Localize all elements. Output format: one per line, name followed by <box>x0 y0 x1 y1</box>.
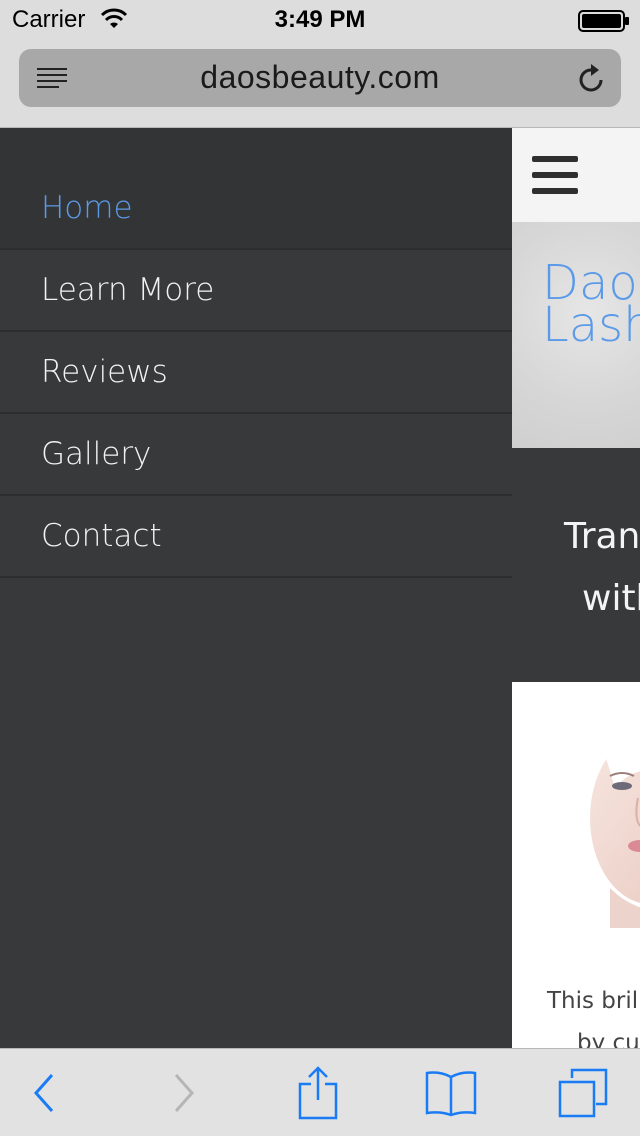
menu-top-spacer <box>0 128 512 168</box>
site-logo[interactable]: Dao' Lash <box>542 259 640 349</box>
tagline: Tran with <box>564 506 640 630</box>
tagline-line-1: Tran <box>564 516 640 557</box>
menu-item-contact[interactable]: Contact <box>0 496 512 578</box>
forward-icon <box>172 1073 196 1118</box>
tagline-section: Tran with <box>512 448 640 682</box>
url-field[interactable]: daosbeauty.com <box>19 49 621 107</box>
intro-line-2: by cu <box>577 1030 640 1048</box>
battery-icon <box>578 10 630 37</box>
browser-toolbar <box>0 1048 640 1136</box>
menu-item-home[interactable]: Home <box>0 168 512 250</box>
tagline-line-2: with <box>582 578 640 619</box>
menu-item-reviews[interactable]: Reviews <box>0 332 512 414</box>
share-button[interactable] <box>288 1065 348 1125</box>
browser-address-area: daosbeauty.com <box>0 40 640 128</box>
screen: Carrier 3:49 PM daosbeauty.com Home Lear… <box>0 0 640 1136</box>
menu-item-learn-more[interactable]: Learn More <box>0 250 512 332</box>
status-bar: Carrier 3:49 PM <box>0 0 640 40</box>
side-menu: Home Learn More Reviews Gallery Contact <box>0 128 512 1048</box>
tabs-button[interactable] <box>553 1067 613 1123</box>
menu-item-gallery[interactable]: Gallery <box>0 414 512 496</box>
page-header <box>512 128 640 222</box>
intro-line-1: This brill <box>547 988 640 1014</box>
hamburger-icon[interactable] <box>532 156 578 199</box>
model-photo <box>560 718 640 928</box>
back-button[interactable] <box>14 1067 74 1123</box>
page-content: Dao' Lash Tran with <box>512 128 640 1048</box>
bookmarks-button[interactable] <box>421 1067 481 1123</box>
forward-button[interactable] <box>154 1067 214 1123</box>
share-icon <box>298 1065 338 1125</box>
back-icon <box>32 1073 56 1118</box>
status-time: 3:49 PM <box>274 6 366 33</box>
url-text: daosbeauty.com <box>200 59 440 95</box>
logo-line-2: Lash <box>542 297 640 353</box>
tabs-icon <box>558 1068 608 1123</box>
hero-banner: Dao' Lash <box>512 222 640 448</box>
intro-text: This brill by cu <box>547 980 640 1048</box>
reload-icon[interactable] <box>577 62 607 99</box>
bookmarks-icon <box>424 1069 478 1122</box>
